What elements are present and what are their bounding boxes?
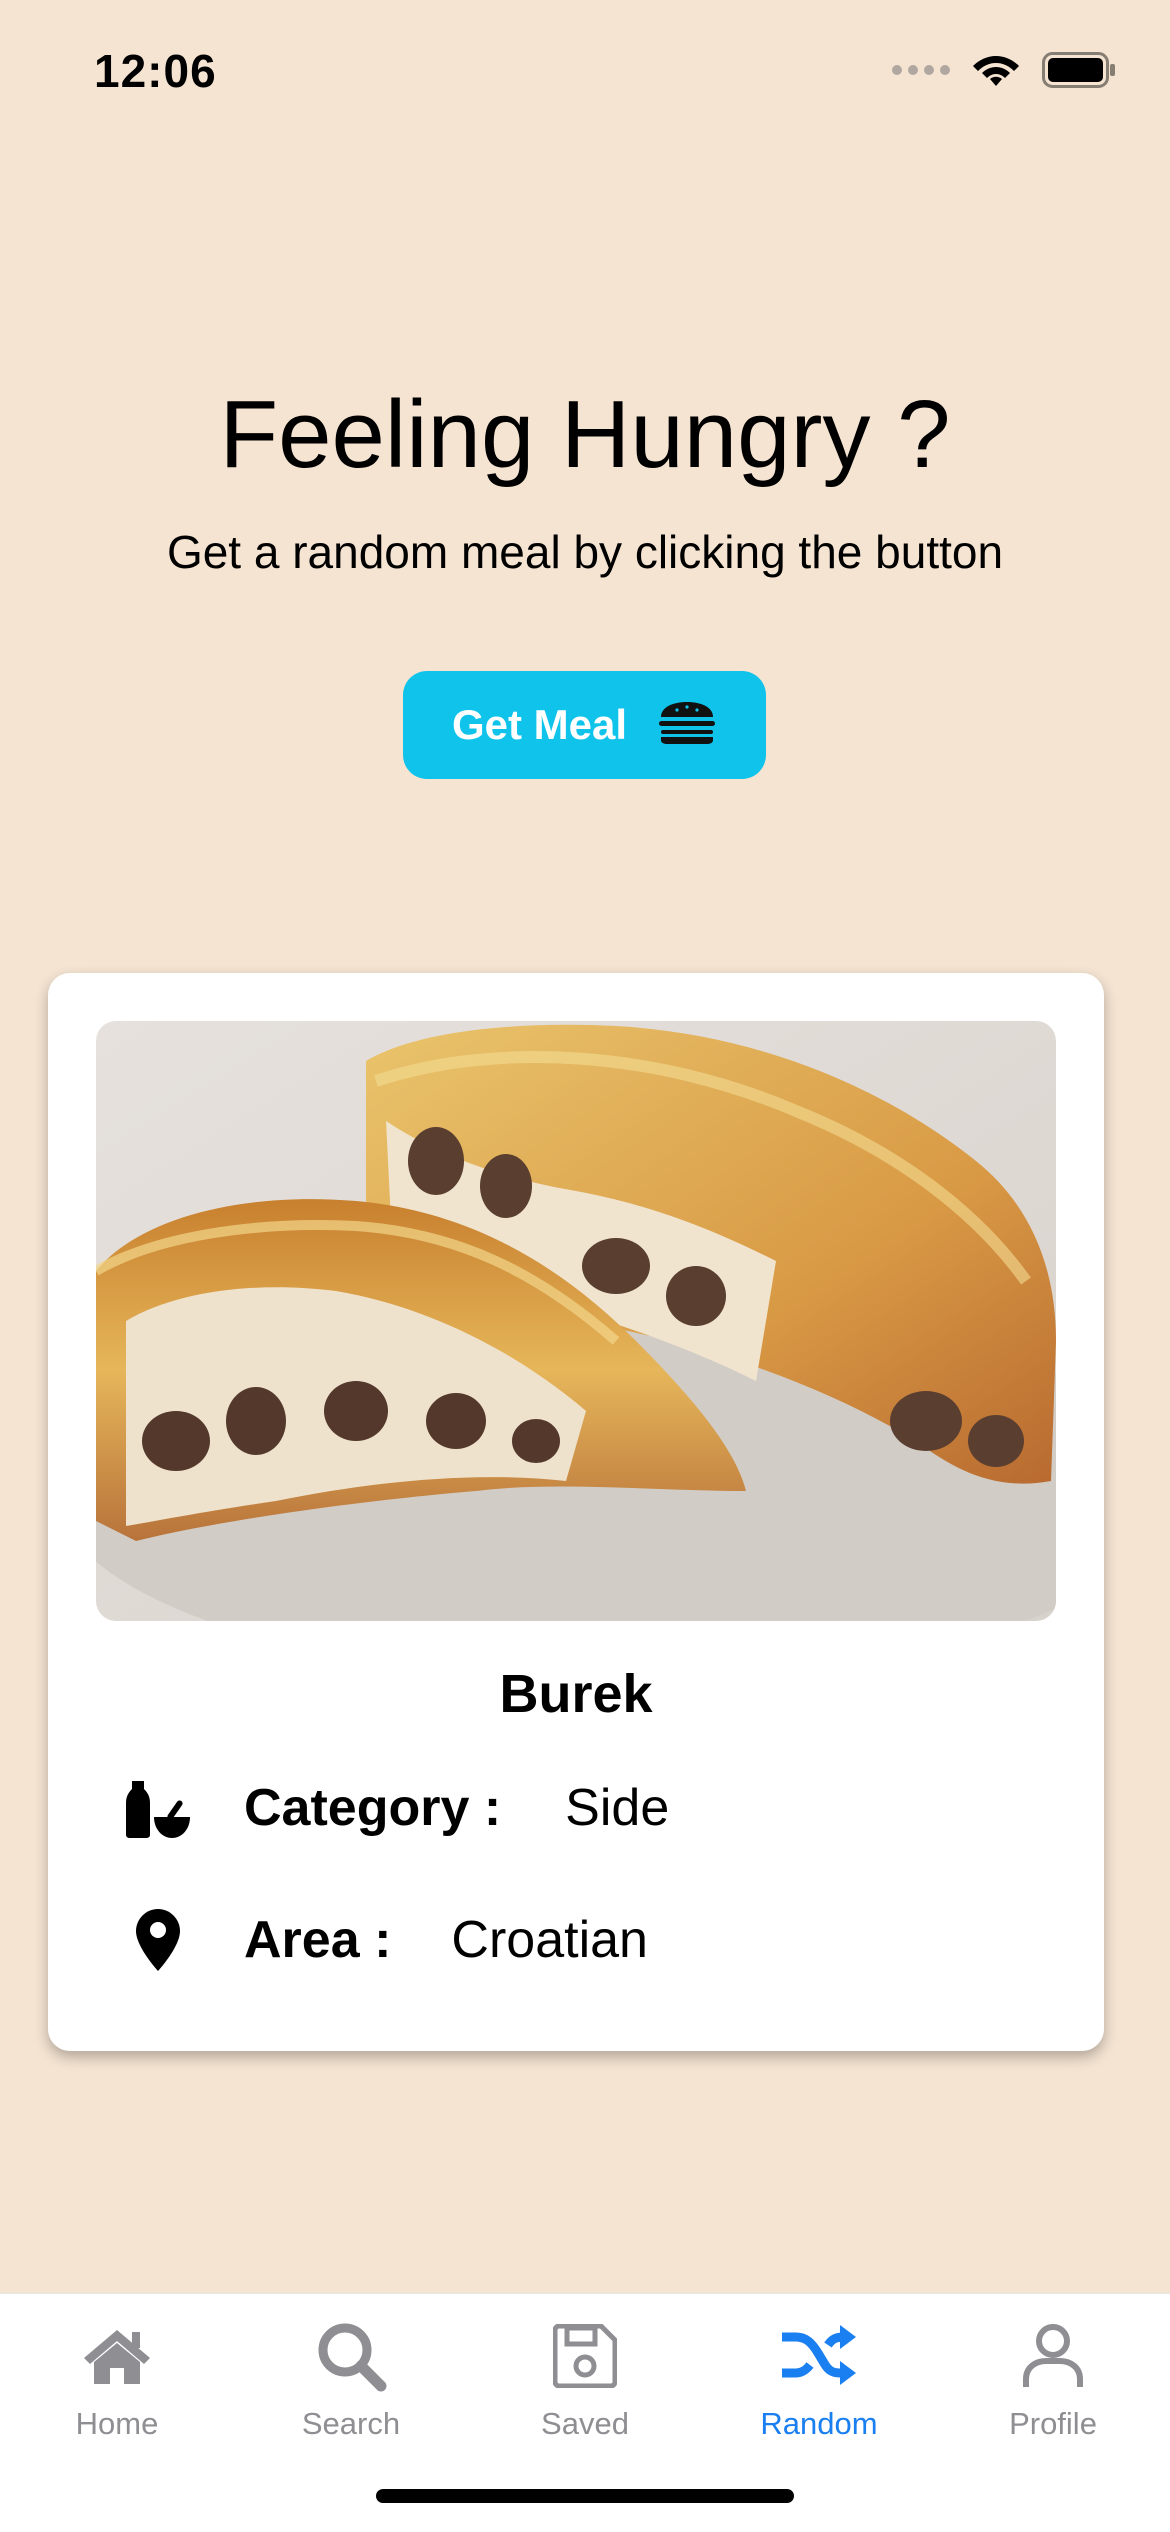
mortar-pestle-icon bbox=[126, 1773, 190, 1843]
location-pin-icon bbox=[126, 1905, 190, 1975]
cellular-signal-icon bbox=[892, 65, 950, 75]
tab-home[interactable]: Home bbox=[0, 2316, 234, 2456]
get-meal-button[interactable]: Get Meal bbox=[403, 671, 766, 779]
tab-search-label: Search bbox=[301, 2406, 401, 2441]
save-icon bbox=[553, 2316, 617, 2396]
area-value: Croatian bbox=[451, 1911, 648, 1969]
meal-category-row: Category : Side bbox=[126, 1773, 669, 1843]
meal-name: Burek bbox=[499, 1664, 653, 1724]
tab-random-label: Random bbox=[760, 2406, 878, 2441]
tab-profile[interactable]: Profile bbox=[936, 2316, 1170, 2456]
meal-area-row: Area : Croatian bbox=[126, 1905, 648, 1975]
status-bar: 12:06 bbox=[0, 0, 1170, 140]
get-meal-button-label: Get Meal bbox=[451, 701, 628, 748]
shuffle-icon bbox=[780, 2316, 858, 2396]
wifi-icon bbox=[972, 52, 1020, 88]
meal-image bbox=[96, 1021, 1056, 1621]
tab-search[interactable]: Search bbox=[234, 2316, 468, 2456]
category-value: Side bbox=[565, 1779, 670, 1837]
status-time: 12:06 bbox=[94, 45, 217, 97]
status-indicators bbox=[892, 52, 1116, 88]
user-icon bbox=[1022, 2316, 1084, 2396]
home-indicator[interactable] bbox=[376, 2489, 794, 2503]
search-icon bbox=[315, 2316, 387, 2396]
tab-random[interactable]: Random bbox=[702, 2316, 936, 2456]
battery-icon bbox=[1042, 52, 1116, 88]
area-label: Area : bbox=[244, 1911, 392, 1969]
category-label: Category : bbox=[244, 1779, 502, 1837]
tab-saved[interactable]: Saved bbox=[468, 2316, 702, 2456]
tab-profile-label: Profile bbox=[1009, 2406, 1097, 2441]
page-subtitle: Get a random meal by clicking the button bbox=[166, 526, 1004, 578]
tab-home-label: Home bbox=[75, 2406, 159, 2441]
tab-saved-label: Saved bbox=[541, 2406, 629, 2441]
page-title: Feeling Hungry ? bbox=[219, 381, 951, 488]
meal-card[interactable]: Burek Category : Side Area : Croatian bbox=[48, 973, 1104, 2051]
home-icon bbox=[82, 2316, 152, 2396]
burger-icon bbox=[657, 701, 717, 750]
